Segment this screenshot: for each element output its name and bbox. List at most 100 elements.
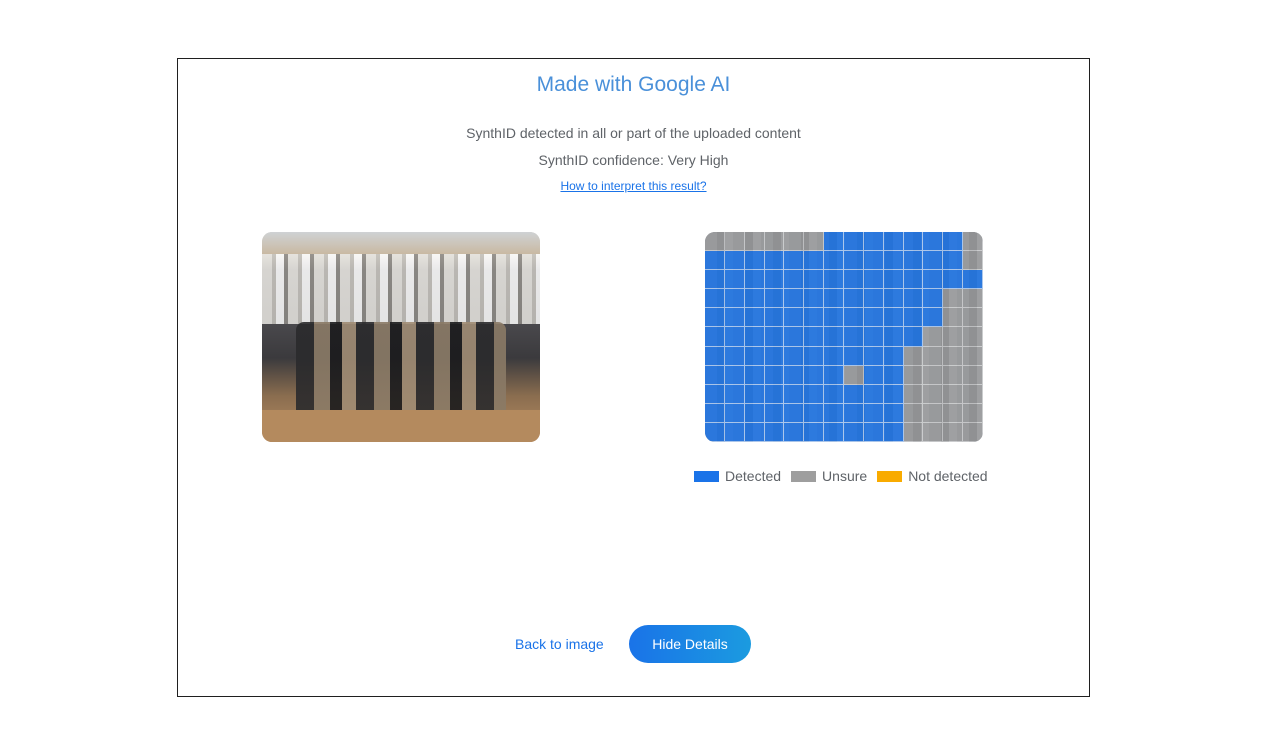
legend-swatch bbox=[791, 470, 817, 482]
heatmap-cell bbox=[804, 251, 825, 271]
heatmap-cell bbox=[705, 365, 725, 385]
heatmap-cell bbox=[863, 289, 884, 309]
heatmap-cell bbox=[705, 403, 725, 423]
legend-swatch bbox=[877, 470, 903, 482]
heatmap-cell bbox=[784, 403, 805, 423]
heatmap-cell bbox=[863, 232, 884, 252]
heatmap-cell bbox=[963, 346, 983, 366]
heatmap-cell bbox=[784, 289, 805, 309]
heatmap-cell bbox=[804, 327, 825, 347]
heatmap-grid bbox=[705, 232, 983, 442]
heatmap-cell bbox=[804, 365, 825, 385]
result-title: Made with Google AI bbox=[536, 73, 731, 96]
heatmap-cell bbox=[903, 232, 924, 252]
heatmap-cell bbox=[844, 251, 864, 271]
heatmap-cell bbox=[724, 251, 745, 271]
heatmap-cell bbox=[824, 346, 844, 366]
heatmap-cell bbox=[863, 327, 884, 347]
heatmap-cell bbox=[705, 422, 725, 442]
image-ground bbox=[262, 410, 540, 442]
heatmap-cell bbox=[724, 346, 745, 366]
heatmap-cell bbox=[844, 403, 864, 423]
legend-label: Not detected bbox=[908, 468, 988, 484]
heatmap-cell bbox=[784, 346, 805, 366]
heatmap-cell bbox=[863, 365, 884, 385]
legend-item: Not detected bbox=[877, 468, 988, 484]
heatmap-cell bbox=[903, 403, 924, 423]
heatmap-cell bbox=[824, 308, 844, 328]
heatmap-cell bbox=[724, 327, 745, 347]
heatmap-cell bbox=[963, 422, 983, 442]
heatmap-cell bbox=[923, 365, 944, 385]
heatmap-cell bbox=[744, 422, 765, 442]
heatmap-cell bbox=[903, 251, 924, 271]
heatmap-cell bbox=[804, 270, 825, 290]
heatmap-cell bbox=[724, 232, 745, 252]
heatmap-cell bbox=[705, 251, 725, 271]
heatmap-cell bbox=[764, 270, 785, 290]
heatmap-cell bbox=[705, 384, 725, 404]
hide-details-button[interactable]: Hide Details bbox=[629, 625, 751, 663]
heatmap-cell bbox=[744, 365, 765, 385]
back-to-image-link[interactable]: Back to image bbox=[515, 636, 604, 652]
heatmap-cell bbox=[824, 251, 844, 271]
heatmap-cell bbox=[844, 308, 864, 328]
heatmap-cell bbox=[724, 403, 745, 423]
heatmap-cell bbox=[824, 327, 844, 347]
image-sky bbox=[262, 232, 540, 254]
legend-label: Unsure bbox=[822, 468, 868, 484]
heatmap-cell bbox=[963, 327, 983, 347]
heatmap-cell bbox=[824, 384, 844, 404]
heatmap-cell bbox=[764, 289, 785, 309]
heatmap-cell bbox=[744, 346, 765, 366]
heatmap-cell bbox=[844, 365, 864, 385]
heatmap-cell bbox=[923, 308, 944, 328]
heatmap-cell bbox=[844, 232, 864, 252]
heatmap-cell bbox=[764, 384, 785, 404]
heatmap-cell bbox=[705, 327, 725, 347]
heatmap-cell bbox=[764, 346, 785, 366]
heatmap-cell bbox=[863, 403, 884, 423]
image-crowd bbox=[262, 254, 540, 324]
heatmap-cell bbox=[724, 422, 745, 442]
heatmap-cell bbox=[804, 346, 825, 366]
heatmap-cell bbox=[744, 403, 765, 423]
heatmap-cell bbox=[824, 289, 844, 309]
heatmap-cell bbox=[844, 270, 864, 290]
heatmap-cell bbox=[883, 403, 904, 423]
result-card: Made with Google AI SynthID detected in … bbox=[177, 58, 1090, 697]
heatmap-cell bbox=[784, 308, 805, 328]
heatmap-cell bbox=[744, 232, 765, 252]
heatmap-cell bbox=[943, 251, 964, 271]
heatmap-cell bbox=[705, 346, 725, 366]
heatmap-legend: Detected Unsure Not detected bbox=[694, 468, 998, 484]
heatmap-cell bbox=[744, 384, 765, 404]
heatmap-cell bbox=[724, 270, 745, 290]
heatmap-cell bbox=[844, 289, 864, 309]
heatmap-cell bbox=[804, 289, 825, 309]
heatmap-cell bbox=[705, 289, 725, 309]
heatmap-cell bbox=[804, 384, 825, 404]
heatmap-cell bbox=[903, 308, 924, 328]
heatmap-cell bbox=[923, 289, 944, 309]
heatmap-cell bbox=[963, 403, 983, 423]
heatmap-cell bbox=[744, 270, 765, 290]
heatmap-cell bbox=[724, 384, 745, 404]
interpret-result-link[interactable]: How to interpret this result? bbox=[178, 179, 1089, 193]
heatmap-cell bbox=[863, 251, 884, 271]
legend-label: Detected bbox=[725, 468, 782, 484]
heatmap-cell bbox=[923, 270, 944, 290]
heatmap-cell bbox=[903, 289, 924, 309]
heatmap-cell bbox=[963, 384, 983, 404]
heatmap-cell bbox=[883, 327, 904, 347]
legend-swatch bbox=[694, 470, 719, 482]
heatmap-cell bbox=[883, 289, 904, 309]
heatmap-cell bbox=[943, 346, 964, 366]
heatmap-cell bbox=[943, 422, 964, 442]
heatmap-cell bbox=[784, 422, 805, 442]
uploaded-image bbox=[262, 232, 540, 442]
heatmap-cell bbox=[903, 346, 924, 366]
heatmap-cell bbox=[744, 251, 765, 271]
heatmap-cell bbox=[844, 422, 864, 442]
heatmap-cell bbox=[883, 346, 904, 366]
